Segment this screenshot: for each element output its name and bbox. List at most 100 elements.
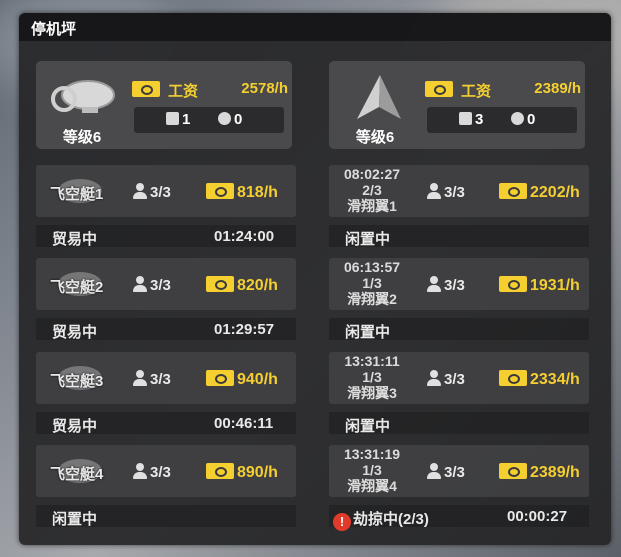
status-text: 闲置中 <box>345 231 391 248</box>
ticket-icon <box>206 370 234 386</box>
person-icon <box>426 370 442 386</box>
ticket-icon <box>499 276 527 292</box>
income-value: 2202/h <box>530 184 580 201</box>
snowflake-icon <box>166 112 179 125</box>
panel-title-bar: 停机坪 <box>19 13 611 41</box>
glider-name: 滑翔翼3 <box>347 385 397 401</box>
crew-value: 3/3 <box>444 277 465 294</box>
stat-b-value: 0 <box>234 111 243 128</box>
glider-time: 08:02:27 <box>343 166 401 182</box>
crew-count: 3/3 <box>426 370 465 388</box>
glider-count: 2/3 <box>362 182 382 198</box>
income-value: 940/h <box>237 371 278 388</box>
glider-info: 08:02:27 2/3 滑翔翼1 <box>332 166 412 214</box>
snowflake-icon <box>459 112 472 125</box>
income-value: 2389/h <box>530 464 580 481</box>
status-timer: 00:46:11 <box>214 415 274 432</box>
glider-name: 滑翔翼4 <box>347 478 397 494</box>
stat-b: 0 <box>218 111 242 128</box>
person-icon <box>132 276 148 292</box>
ticket-icon <box>206 183 234 199</box>
glider-row-status: 闲置中 <box>329 225 589 248</box>
income-rate: 2334/h <box>499 370 580 389</box>
income-rate: 940/h <box>206 370 278 389</box>
status-text: 贸易中 <box>52 418 98 435</box>
income-rate: 818/h <box>206 183 278 202</box>
status-text: 劫掠中(2/3) <box>353 511 429 528</box>
glider-info: 06:13:57 1/3 滑翔翼2 <box>332 259 412 307</box>
airship-row-status: 贸易中 00:46:11 <box>36 412 296 435</box>
wage-row: 工资 2578/h <box>132 79 288 100</box>
glider-row-status: 闲置中 <box>329 318 589 341</box>
crew-value: 3/3 <box>444 371 465 388</box>
status-timer: 01:24:00 <box>214 228 275 245</box>
glider-count: 1/3 <box>362 369 382 385</box>
wage-value: 2578/h <box>241 80 288 97</box>
person-icon <box>426 183 442 199</box>
crew-count: 3/3 <box>426 463 465 481</box>
airship-row-main[interactable]: 飞空艇3 3/3 940/h <box>36 352 296 404</box>
person-icon <box>426 276 442 292</box>
person-icon <box>426 463 442 479</box>
airship-name: 飞空艇3 <box>50 373 104 390</box>
crew-count: 3/3 <box>132 463 171 481</box>
status-text: 闲置中 <box>52 511 98 528</box>
glider-row-main[interactable]: 13:31:11 1/3 滑翔翼3 3/3 2334/h <box>329 352 589 404</box>
crew-value: 3/3 <box>150 464 171 481</box>
wage-label: 工资 <box>461 83 492 100</box>
airship-name: 飞空艇2 <box>50 279 104 296</box>
glider-hangar-card[interactable]: 等级6 工资 2389/h 3 0 <box>329 61 585 149</box>
ticket-icon <box>206 276 234 292</box>
raid-status: ! 劫掠中(2/3) <box>333 508 429 531</box>
status-timer: 01:29:57 <box>214 321 275 338</box>
crew-count: 3/3 <box>426 183 465 201</box>
alert-icon: ! <box>333 513 351 531</box>
status-text: 闲置中 <box>345 418 391 435</box>
airship-row-main[interactable]: 飞空艇1 3/3 818/h <box>36 165 296 217</box>
airship-name: 飞空艇1 <box>50 186 104 203</box>
income-value: 818/h <box>237 184 278 201</box>
ticket-icon <box>499 183 527 199</box>
wage-label: 工资 <box>168 83 199 100</box>
crew-count: 3/3 <box>132 276 171 294</box>
hangar-level: 等级6 <box>62 129 102 146</box>
crew-value: 3/3 <box>150 184 171 201</box>
glider-row-main[interactable]: 08:02:27 2/3 滑翔翼1 3/3 2202/h <box>329 165 589 217</box>
status-text: 闲置中 <box>345 324 391 341</box>
crew-count: 3/3 <box>132 370 171 388</box>
stat-a-value: 1 <box>182 111 191 128</box>
stat-b-value: 0 <box>527 111 536 128</box>
status-text: 贸易中 <box>52 231 98 248</box>
airship-row-main[interactable]: 飞空艇4 3/3 890/h <box>36 445 296 497</box>
income-value: 2334/h <box>530 371 580 388</box>
crew-count: 3/3 <box>426 276 465 294</box>
crew-count: 3/3 <box>132 183 171 201</box>
hangar-stats: 3 0 <box>427 107 577 133</box>
crew-value: 3/3 <box>444 184 465 201</box>
crew-value: 3/3 <box>150 371 171 388</box>
airship-row-main[interactable]: 飞空艇2 3/3 820/h <box>36 258 296 310</box>
airship-row-status: 贸易中 01:29:57 <box>36 318 296 341</box>
crew-value: 3/3 <box>150 277 171 294</box>
wage-value: 2389/h <box>534 80 581 97</box>
glider-count: 1/3 <box>362 462 382 478</box>
status-text: 贸易中 <box>52 324 98 341</box>
ticket-icon <box>499 463 527 479</box>
person-icon <box>132 370 148 386</box>
airship-row-status: 闲置中 <box>36 505 296 528</box>
income-rate: 890/h <box>206 463 278 482</box>
ticket-icon <box>206 463 234 479</box>
income-rate: 2202/h <box>499 183 580 202</box>
glider-time: 13:31:11 <box>344 353 400 369</box>
person-icon <box>132 183 148 199</box>
glider-name: 滑翔翼2 <box>347 291 397 307</box>
glider-row-main[interactable]: 06:13:57 1/3 滑翔翼2 3/3 1931/h <box>329 258 589 310</box>
glider-row-status: ! 劫掠中(2/3) 00:00:27 <box>329 505 589 531</box>
status-timer: 00:00:27 <box>507 508 568 525</box>
glider-row-main[interactable]: 13:31:19 1/3 滑翔翼4 3/3 2389/h <box>329 445 589 497</box>
shield-icon <box>218 112 231 125</box>
glider-name: 滑翔翼1 <box>347 198 397 214</box>
airship-hangar-card[interactable]: 等级6 工资 2578/h 1 0 <box>36 61 292 149</box>
hangar-level: 等级6 <box>355 129 395 146</box>
stat-a: 3 <box>459 111 483 128</box>
